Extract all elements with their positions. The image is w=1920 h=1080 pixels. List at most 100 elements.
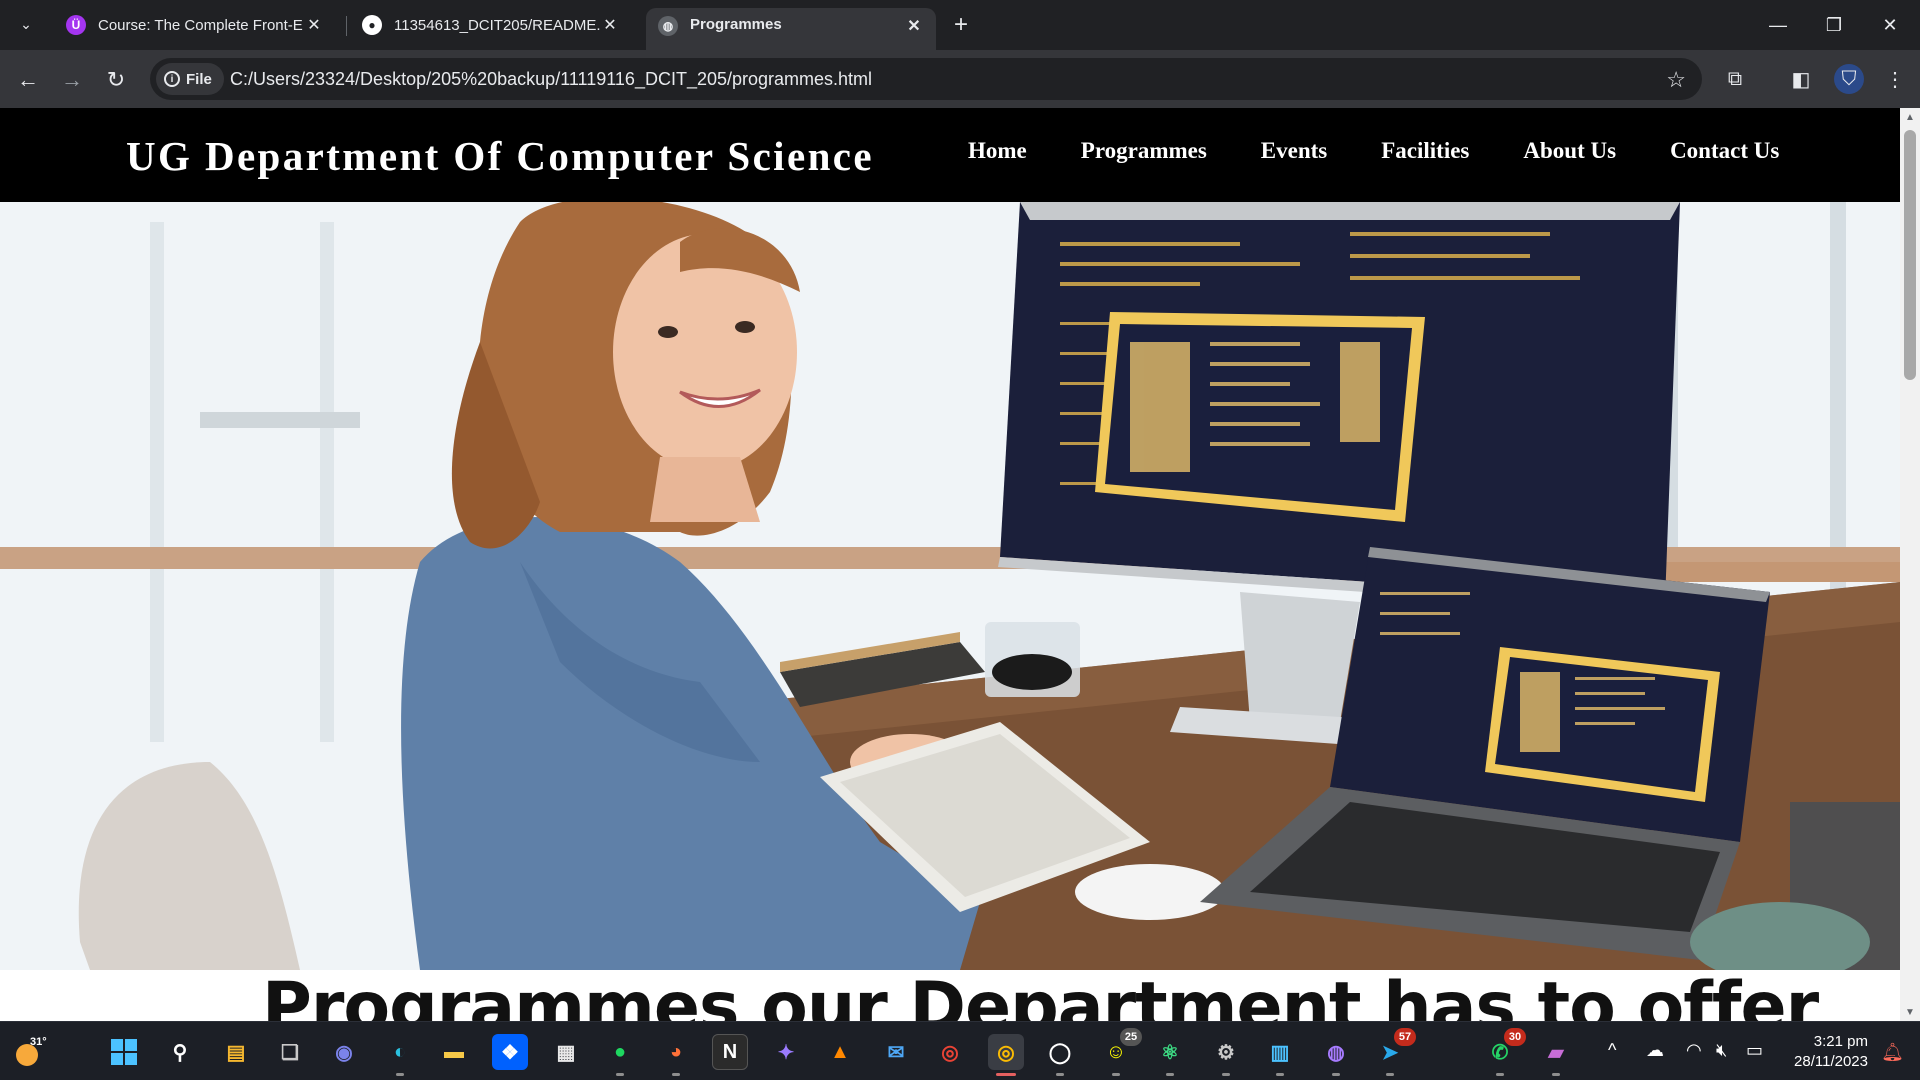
chrome-profile-icon[interactable]: ◎ [988,1034,1024,1076]
widgets-icon[interactable]: ▤ [218,1034,254,1070]
forward-arrow-icon[interactable]: → [58,66,86,94]
page-scrollbar[interactable]: ▲ ▼ [1900,108,1920,1021]
site-header: UG Department Of Computer Science Home P… [0,108,1900,202]
clock-time: 3:21 pm [1813,1033,1868,1050]
tab-title: Course: The Complete Front-E [98,16,303,34]
nav-about-us[interactable]: About Us [1523,138,1616,164]
restore-window-icon[interactable]: ❐ [1806,8,1862,42]
new-tab-plus-icon[interactable]: + [948,11,974,38]
taskbar-clock[interactable]: 3:21 pm 28/11/2023 [1794,1032,1868,1072]
atom-icon[interactable]: ⚛ [1152,1034,1188,1076]
mail-icon[interactable]: ✉ [878,1034,914,1070]
scrollbar-thumb[interactable] [1904,130,1916,380]
more-menu-icon[interactable]: ⋮ [1880,64,1910,94]
page-viewport: UG Department Of Computer Science Home P… [0,108,1900,1021]
site-nav: Home Programmes Events Facilities About … [968,138,1833,164]
url-text[interactable]: C:/Users/23324/Desktop/205%20backup/1111… [230,69,872,90]
spotify-icon[interactable]: ● [602,1034,638,1076]
github-desktop-icon[interactable]: ◍ [1318,1034,1354,1076]
site-info-chip[interactable]: i File [156,63,224,95]
running-indicator [1056,1073,1064,1076]
site-info-label: File [186,70,212,88]
address-bar[interactable]: i File C:/Users/23324/Desktop/205%20back… [150,58,1702,100]
back-arrow-icon[interactable]: ← [14,66,42,94]
running-indicator [616,1073,624,1076]
battery-icon[interactable]: ▭ [1746,1040,1763,1061]
show-hidden-icons-chevron-icon[interactable]: ^ [1608,1040,1616,1061]
tab-github-readme[interactable]: ● 11354613_DCIT205/README.m ✕ [350,8,632,42]
onedrive-offline-icon[interactable]: ☁ [1646,1040,1664,1061]
github-favicon-icon: ● [362,15,382,35]
telegram-icon[interactable]: ➤ 57 [1372,1028,1416,1076]
reload-icon[interactable]: ↻ [102,66,130,94]
browser-tab-strip: ⌄ Ü Course: The Complete Front-E ✕ ● 113… [0,0,1920,50]
tab-programmes[interactable]: ◍ Programmes ✕ [646,8,936,50]
section-heading: Programmes our Department has to offer [262,968,1819,1021]
globe-favicon-icon: ◍ [658,16,678,36]
active-indicator [996,1073,1016,1076]
wifi-icon[interactable]: ◠ [1686,1040,1702,1061]
notification-badge: 57 [1394,1028,1416,1046]
volume-muted-icon[interactable]: 🔇︎ [1716,1040,1727,1061]
running-indicator [672,1073,680,1076]
task-view-icon[interactable]: ❏ [272,1034,308,1070]
search-icon[interactable]: ⚲ [162,1034,198,1070]
edge-browser-icon[interactable]: ◐ [382,1034,418,1076]
tab-divider [346,16,347,36]
info-icon: i [164,71,180,87]
microsoft-store-icon[interactable]: ▦ [548,1034,584,1070]
side-panel-icon[interactable]: ◧ [1786,64,1816,94]
tab-title: 11354613_DCIT205/README.m [394,16,600,34]
firefox-icon[interactable]: ◕ [658,1034,694,1076]
nav-events[interactable]: Events [1261,138,1327,164]
weather-temperature: 31° [30,1036,47,1048]
running-indicator [1552,1073,1560,1076]
hero-illustration [0,202,1900,970]
nav-contact-us[interactable]: Contact Us [1670,138,1779,164]
tab-udemy-course[interactable]: Ü Course: The Complete Front-E ✕ [54,8,336,42]
circle-app-icon[interactable]: ◯ [1042,1034,1078,1076]
tab-search-chevron-icon[interactable]: ⌄ [14,12,38,36]
running-indicator [1332,1073,1340,1076]
close-tab-icon[interactable]: ✕ [904,16,924,36]
nav-programmes[interactable]: Programmes [1081,138,1207,164]
teams-chat-icon[interactable]: ◉ [326,1034,362,1070]
udemy-favicon-icon: Ü [66,15,86,35]
running-indicator [396,1073,404,1076]
notepad-icon[interactable]: ▥ [1262,1034,1298,1076]
clock-date: 28/11/2023 [1794,1053,1868,1070]
snapchat-icon[interactable]: ☺ 25 [1098,1028,1142,1076]
vlc-cone-icon[interactable]: ▲ [822,1034,858,1070]
running-indicator [1386,1073,1394,1076]
close-tab-icon[interactable]: ✕ [600,15,620,35]
nav-home[interactable]: Home [968,138,1027,164]
notion-icon[interactable]: N [712,1034,748,1070]
extensions-puzzle-icon[interactable]: ⧉ [1720,64,1750,94]
dropbox-icon[interactable]: ❖ [492,1034,528,1070]
scroll-up-icon[interactable]: ▲ [1900,108,1920,126]
game-controller-icon[interactable]: ✦ [768,1034,804,1070]
windows-taskbar: 31° ⚲ ▤ ❏ ◉ ◐ ▬ ❖ ▦ ● ◕ N ✦ ▲ ✉ ◎ ◎ ◯ ☺ 2… [0,1021,1920,1080]
notification-badge: 25 [1120,1028,1142,1046]
chrome-icon[interactable]: ◎ [932,1034,968,1070]
profile-shield-icon[interactable]: ⛉ [1834,64,1864,94]
notification-badge: 30 [1504,1028,1526,1046]
settings-gear-icon[interactable]: ⚙ [1208,1034,1244,1076]
running-indicator [1496,1073,1504,1076]
weather-widget[interactable]: 31° [12,1036,47,1068]
running-indicator [1166,1073,1174,1076]
browser-toolbar: ← → ↻ i File C:/Users/23324/Desktop/205%… [0,50,1920,108]
minimize-window-icon[interactable]: — [1750,8,1806,42]
close-window-icon[interactable]: ✕ [1862,8,1918,42]
start-windows-icon[interactable] [106,1034,142,1070]
site-title: UG Department Of Computer Science [126,133,874,179]
nav-facilities[interactable]: Facilities [1381,138,1469,164]
clipchamp-icon[interactable]: ▰ [1538,1034,1574,1076]
scroll-down-icon[interactable]: ▼ [1900,1003,1920,1021]
whatsapp-icon[interactable]: ✆ 30 [1482,1028,1526,1076]
close-tab-icon[interactable]: ✕ [304,15,324,35]
running-indicator [1276,1073,1284,1076]
notification-bell-icon[interactable]: 🔔︎ [1881,1042,1904,1063]
bookmark-star-icon[interactable]: ☆ [1666,67,1686,93]
file-explorer-icon[interactable]: ▬ [436,1034,472,1070]
